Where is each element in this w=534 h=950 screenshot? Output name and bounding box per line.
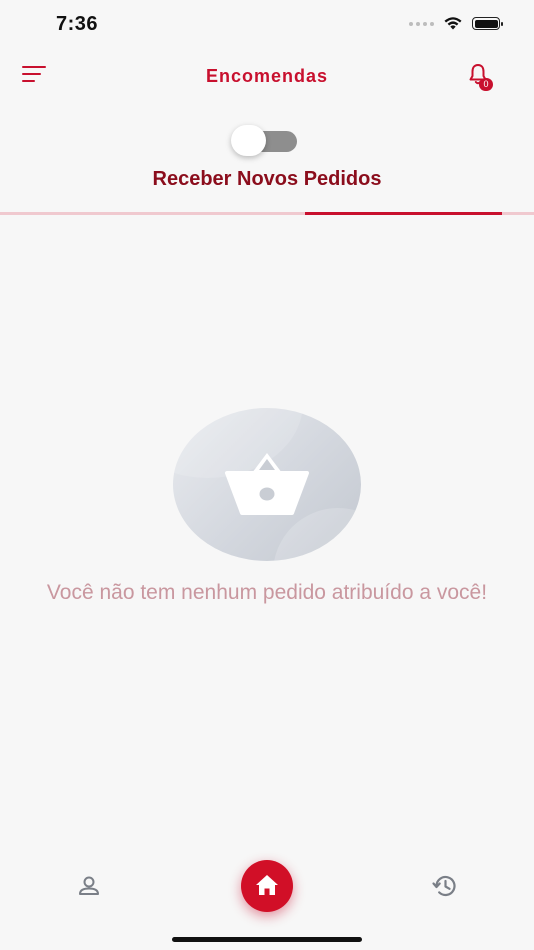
nav-history[interactable] <box>431 872 459 900</box>
empty-state-message: Você não tem nenhum pedido atribuído a v… <box>46 581 488 604</box>
page-title: Encomendas <box>205 66 329 86</box>
tab-receive-new-orders[interactable]: Receber Novos Pedidos <box>0 168 534 191</box>
cellular-signal-icon <box>409 21 434 26</box>
nav-home[interactable] <box>241 860 293 912</box>
status-time: 7:36 <box>56 13 99 35</box>
history-icon <box>432 875 456 897</box>
wifi-icon <box>444 17 462 30</box>
notification-button[interactable]: 0 <box>466 62 496 92</box>
profile-icon <box>79 876 99 895</box>
notification-badge: 0 <box>479 78 493 91</box>
status-icons <box>409 16 503 31</box>
receive-orders-toggle[interactable] <box>231 125 299 157</box>
battery-icon <box>472 17 503 30</box>
toggle-knob <box>231 125 266 156</box>
empty-state-illustration <box>173 408 361 561</box>
tab-active-indicator <box>305 212 502 215</box>
home-indicator <box>172 937 362 942</box>
app-header: Encomendas 0 <box>0 50 534 106</box>
bottom-nav <box>0 850 534 950</box>
status-bar: 7:36 <box>0 0 534 50</box>
home-icon <box>256 875 278 895</box>
nav-profile[interactable] <box>76 874 102 898</box>
basket-icon <box>225 453 309 515</box>
